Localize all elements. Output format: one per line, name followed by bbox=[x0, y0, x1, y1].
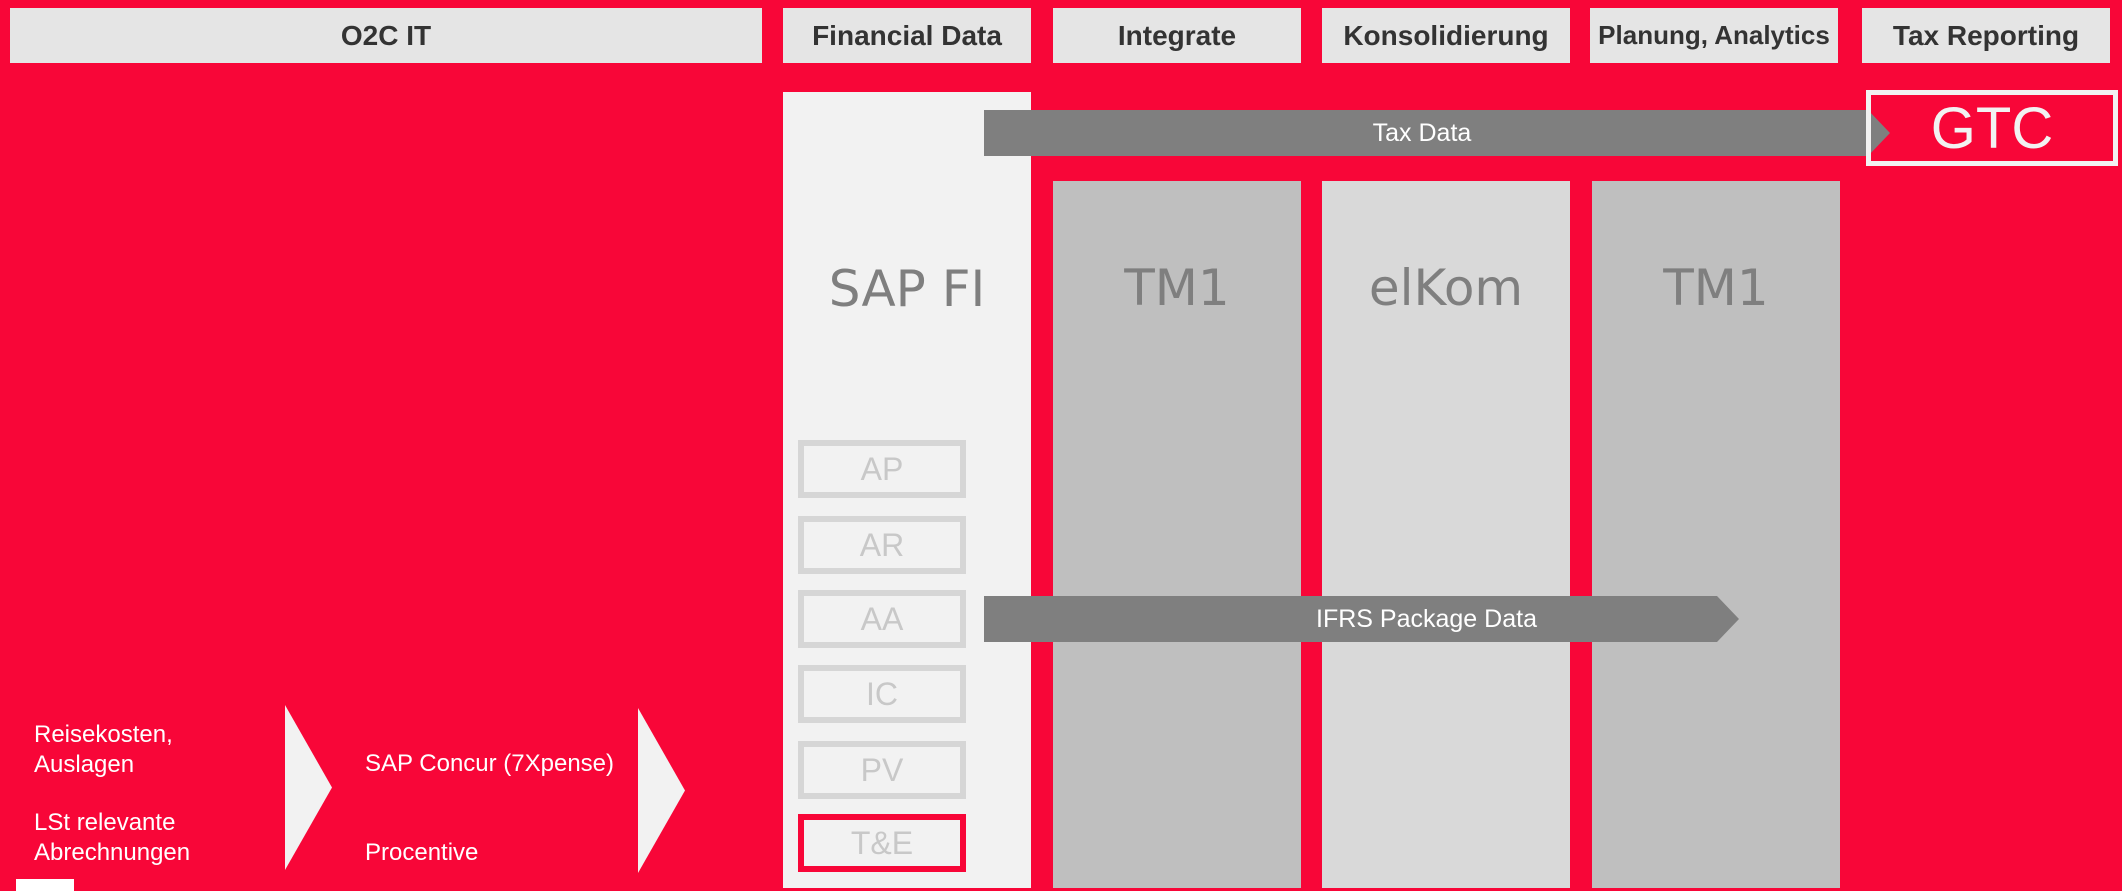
module-te: T&E bbox=[798, 814, 966, 872]
chevron-right-icon bbox=[638, 708, 685, 873]
source-line-3: LSt relevante bbox=[34, 809, 176, 836]
module-ap: AP bbox=[798, 440, 966, 498]
ifrs-package-arrow: IFRS Package Data bbox=[984, 596, 1739, 642]
header-integrate: Integrate bbox=[1053, 8, 1301, 63]
source-line-1: Reisekosten, bbox=[34, 721, 173, 748]
gtc-box: GTC bbox=[1866, 90, 2118, 166]
column-konsolidierung: elKom bbox=[1322, 181, 1570, 888]
system-procentive: Procentive bbox=[365, 839, 479, 866]
system-concur: SAP Concur (7Xpense) bbox=[365, 750, 615, 777]
chevron-right-icon bbox=[285, 705, 332, 870]
header-financial-data: Financial Data bbox=[783, 8, 1031, 63]
konsolidierung-title: elKom bbox=[1368, 259, 1524, 317]
source-line-2: Auslagen bbox=[34, 751, 135, 778]
column-planung: TM1 bbox=[1592, 181, 1840, 888]
source-line-4: Abrechnungen bbox=[34, 839, 191, 866]
header-tax-reporting: Tax Reporting bbox=[1862, 8, 2110, 63]
header-konsolidierung: Konsolidierung bbox=[1322, 8, 1570, 63]
source-text-travel-costs: Reisekosten, Auslagen bbox=[34, 720, 173, 780]
header-planung-analytics: Planung, Analytics bbox=[1590, 8, 1838, 63]
module-pv: PV bbox=[798, 741, 966, 799]
tax-data-arrow: Tax Data bbox=[984, 110, 1890, 156]
source-text-payroll: LSt relevante Abrechnungen bbox=[34, 808, 190, 868]
sap-fi-title: SAP FI bbox=[828, 260, 986, 318]
ifrs-label: IFRS Package Data bbox=[1316, 604, 1537, 633]
tax-data-label: Tax Data bbox=[1372, 118, 1472, 147]
logo-mark bbox=[16, 879, 74, 891]
gtc-label: GTC bbox=[1930, 95, 2054, 161]
column-integrate: TM1 bbox=[1053, 181, 1301, 888]
integrate-title: TM1 bbox=[1124, 259, 1230, 317]
header-o2c-it: O2C IT bbox=[10, 8, 762, 63]
planung-title: TM1 bbox=[1663, 259, 1769, 317]
module-aa: AA bbox=[798, 590, 966, 648]
module-ar: AR bbox=[798, 516, 966, 574]
module-ic: IC bbox=[798, 665, 966, 723]
